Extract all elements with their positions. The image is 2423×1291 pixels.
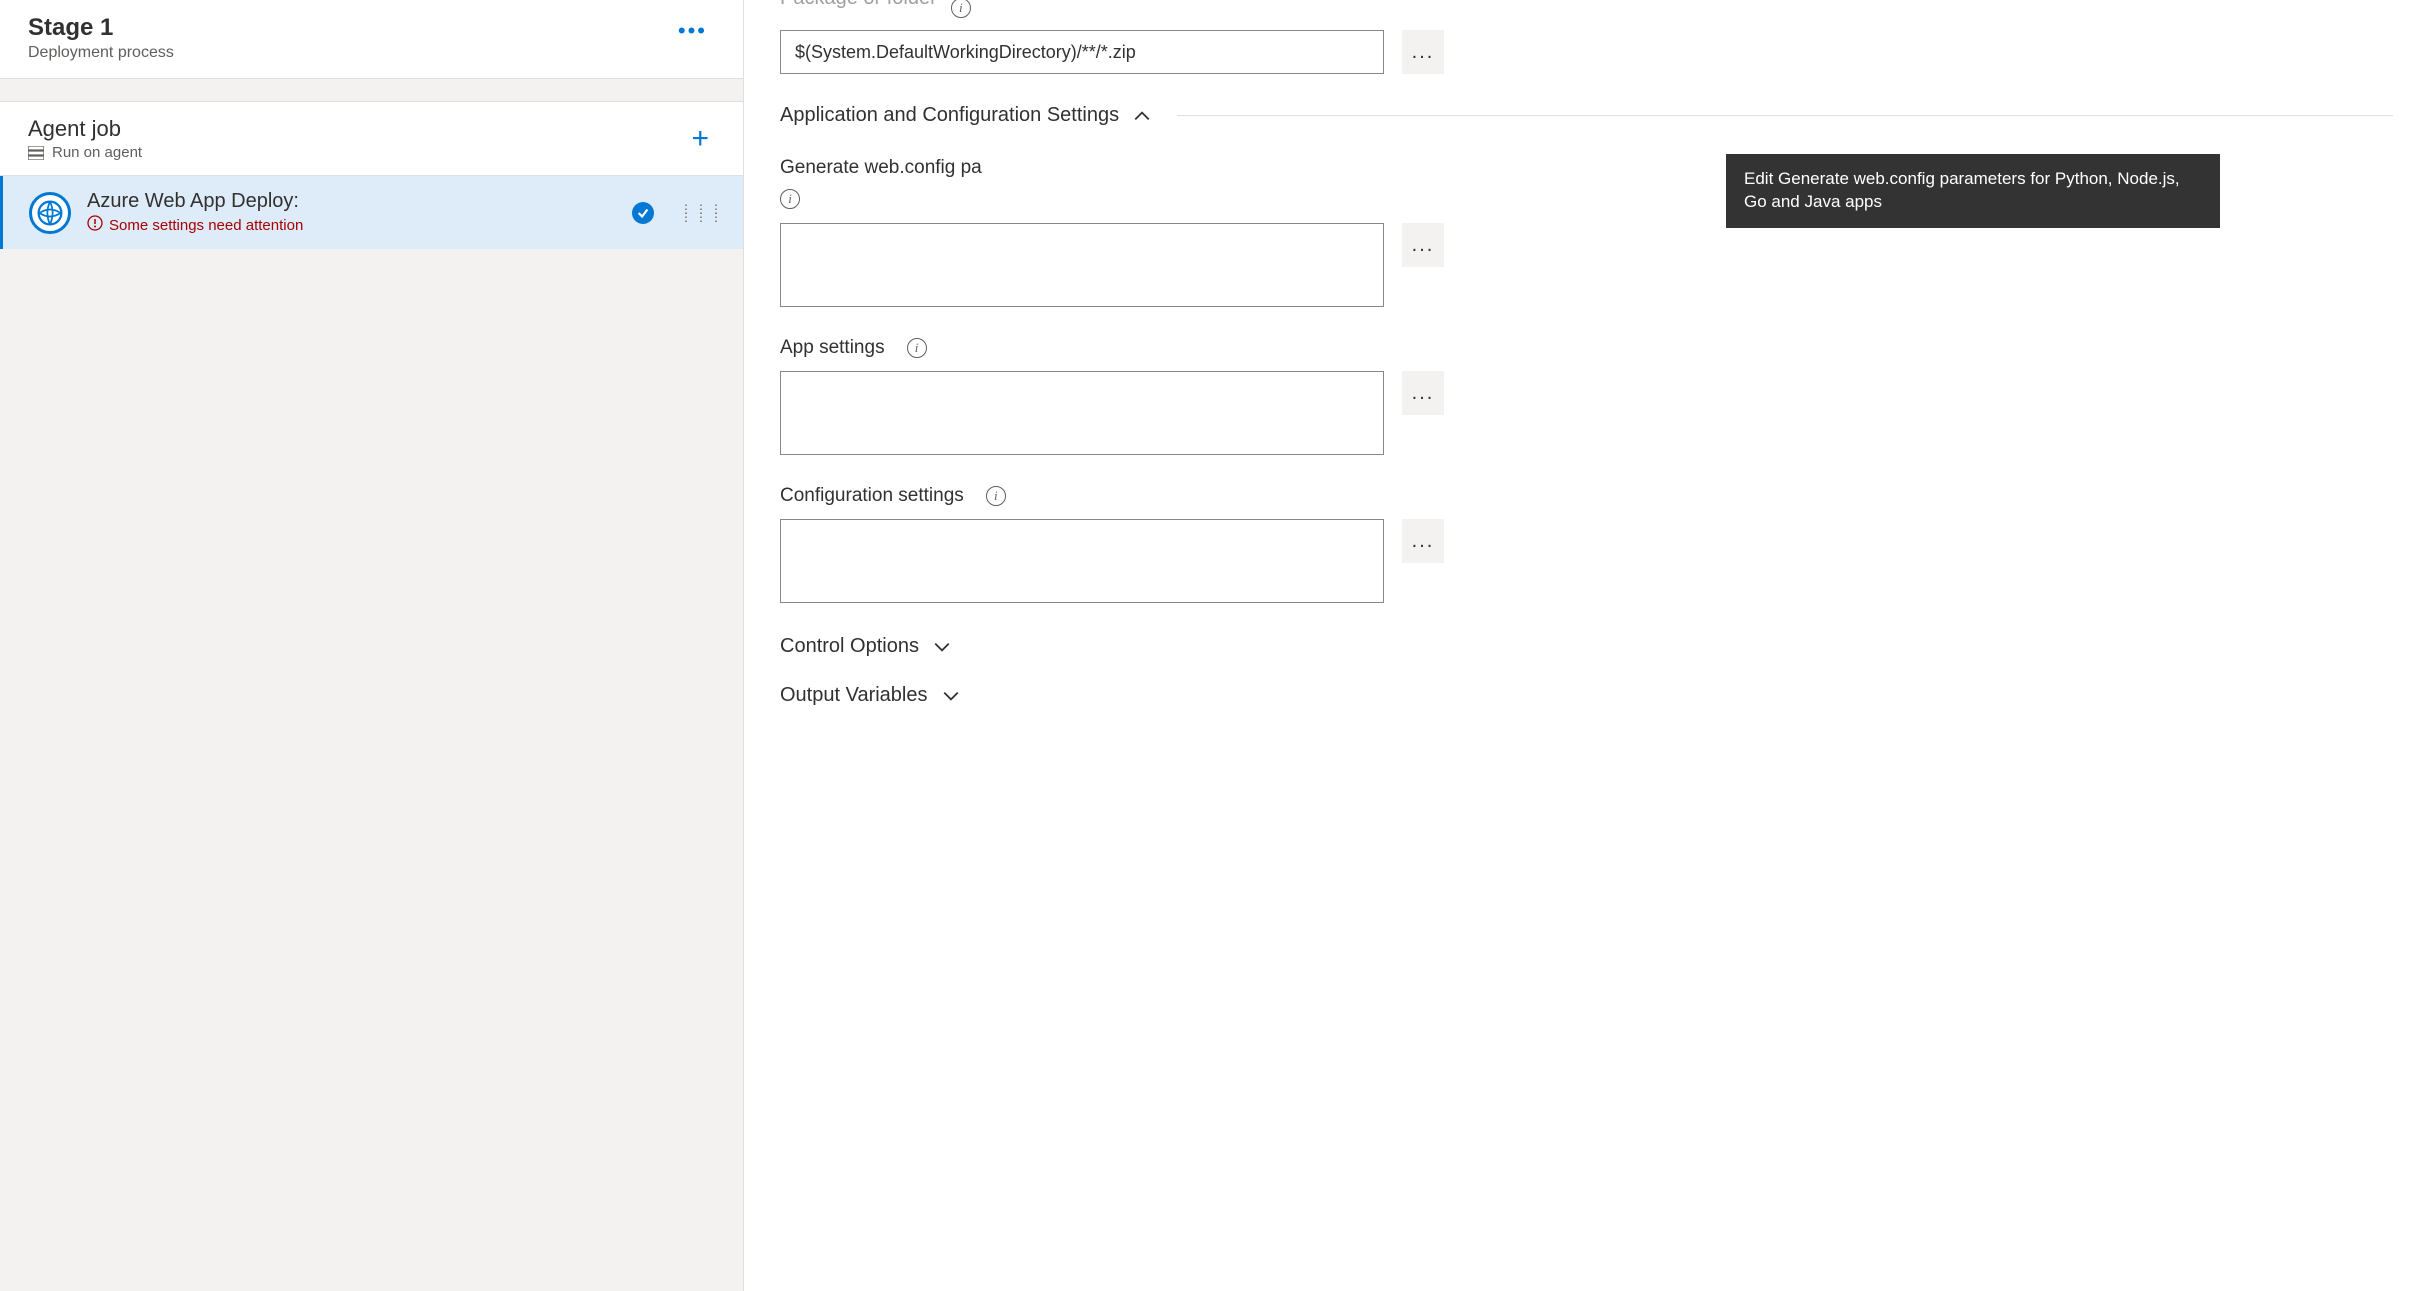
info-icon[interactable]: i <box>951 0 971 18</box>
edit-app-settings-button[interactable]: ... <box>1402 371 1444 415</box>
generate-webconfig-input[interactable] <box>780 223 1384 307</box>
configuration-settings-label: Configuration settings <box>780 485 964 507</box>
chevron-down-icon <box>933 638 951 656</box>
edit-config-settings-button[interactable]: ... <box>1402 519 1444 563</box>
warning-icon <box>87 215 103 235</box>
stage-header: Stage 1 Deployment process ••• <box>0 0 743 79</box>
stage-subtitle: Deployment process <box>28 44 174 62</box>
task-detail-pane: Package or folder i ... Application and … <box>744 0 2423 1291</box>
section-control-options[interactable]: Control Options <box>780 635 2393 658</box>
server-icon <box>28 146 44 160</box>
app-settings-label: App settings <box>780 337 885 359</box>
agent-job-title: Agent job <box>28 116 142 142</box>
azure-web-app-icon <box>29 192 71 234</box>
info-icon[interactable]: i <box>907 338 927 358</box>
info-icon[interactable]: i <box>780 189 800 209</box>
section-output-variables[interactable]: Output Variables <box>780 684 2393 707</box>
task-title: Azure Web App Deploy: <box>87 190 616 213</box>
task-row-azure-web-app-deploy[interactable]: Azure Web App Deploy: Some settings need… <box>0 176 743 249</box>
package-folder-label-partial: Package or folder i <box>780 0 971 18</box>
drag-handle-icon[interactable]: ⋮⋮⋮⋮⋮⋮ <box>680 205 725 221</box>
generate-webconfig-label: Generate web.config pa <box>780 157 982 179</box>
section-app-config-settings[interactable]: Application and Configuration Settings <box>780 104 2393 127</box>
configuration-settings-input[interactable] <box>780 519 1384 603</box>
agent-job-row[interactable]: Agent job Run on agent + <box>0 101 743 176</box>
task-enabled-badge[interactable] <box>632 202 654 224</box>
edit-webconfig-button[interactable]: ... <box>1402 223 1444 267</box>
chevron-up-icon <box>1133 107 1151 125</box>
pipeline-tasks-pane: Stage 1 Deployment process ••• Agent job… <box>0 0 744 1291</box>
add-task-button[interactable]: + <box>685 122 715 156</box>
task-warning-text: Some settings need attention <box>109 217 303 234</box>
app-settings-input[interactable] <box>780 371 1384 455</box>
agent-job-subtitle: Run on agent <box>52 144 142 161</box>
tooltip-webconfig: Edit Generate web.config parameters for … <box>1726 154 2220 228</box>
stage-title: Stage 1 <box>28 14 174 42</box>
package-folder-input[interactable] <box>780 30 1384 74</box>
stage-more-button[interactable]: ••• <box>670 14 715 48</box>
chevron-down-icon <box>942 687 960 705</box>
browse-package-button[interactable]: ... <box>1402 30 1444 74</box>
info-icon[interactable]: i <box>986 486 1006 506</box>
